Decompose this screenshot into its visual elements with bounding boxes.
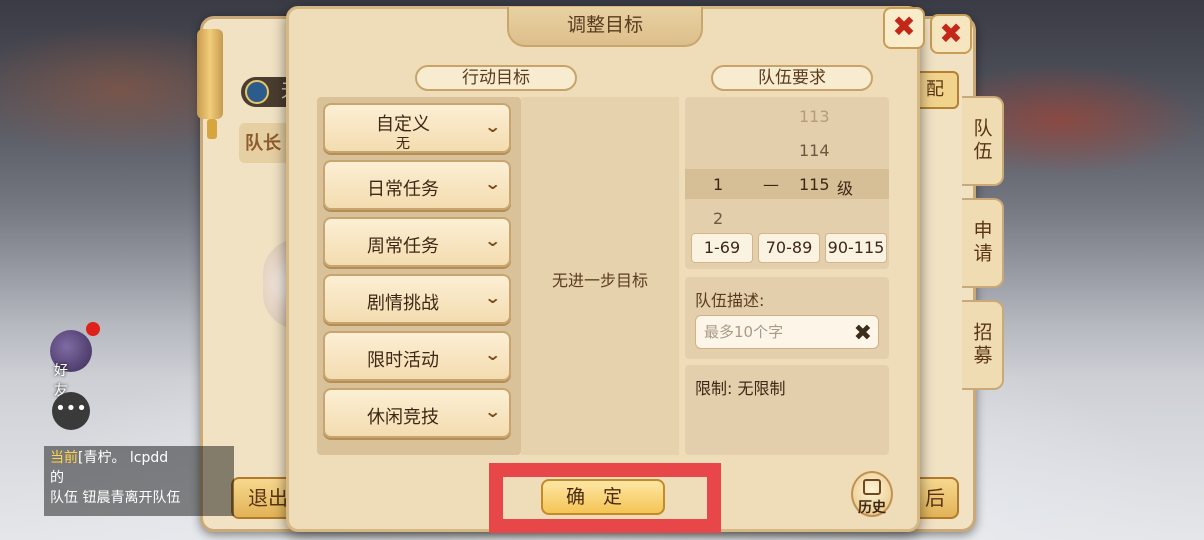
level-picker[interactable]: 113 114 1 — 115 级 2 1-69 70-89 90-115 bbox=[685, 97, 889, 269]
scroll-ornament bbox=[197, 29, 223, 119]
sub-goal-area: 无进一步目标 bbox=[521, 97, 679, 455]
chat-line: 的 bbox=[50, 470, 64, 486]
chat-log: 当前[青柠。 lcpdd 的 队伍 钮晨青离开队伍 bbox=[44, 446, 234, 516]
limit-box: 限制: 无限制 bbox=[685, 365, 889, 455]
team-description-box: 队伍描述: 最多10个字 ✖ bbox=[685, 277, 889, 359]
description-input[interactable]: 最多10个字 ✖ bbox=[695, 315, 879, 349]
level-value: 2 bbox=[713, 209, 724, 228]
level-value: 114 bbox=[799, 141, 830, 160]
tab-recruit[interactable]: 招募 bbox=[962, 300, 1004, 390]
team-requirement-header: 队伍要求 bbox=[711, 65, 873, 91]
description-label: 队伍描述: bbox=[695, 291, 765, 310]
chevron-down-icon: ⌄ bbox=[483, 288, 502, 307]
chat-text: [青柠。 lcpdd bbox=[78, 450, 169, 466]
goal-label: 周常任务 bbox=[367, 236, 439, 257]
goal-story-button[interactable]: 剧情挑战 ⌄ bbox=[323, 274, 511, 324]
chat-channel-tag: 当前 bbox=[50, 450, 78, 466]
goal-weekly-button[interactable]: 周常任务 ⌄ bbox=[323, 217, 511, 267]
goal-limited-button[interactable]: 限时活动 ⌄ bbox=[323, 331, 511, 381]
chat-line: 当前[青柠。 lcpdd bbox=[50, 448, 228, 468]
level-row[interactable]: 113 bbox=[685, 101, 889, 131]
limit-text: 限制: 无限制 bbox=[695, 379, 786, 398]
chat-channel-tag: 队伍 bbox=[50, 490, 78, 506]
range-button-70-89[interactable]: 70-89 bbox=[758, 233, 820, 263]
tassel-ornament bbox=[207, 119, 217, 139]
close-icon: ✖ bbox=[892, 10, 916, 43]
chat-text: 钮晨青离开队伍 bbox=[82, 490, 181, 506]
level-unit: 级 bbox=[837, 179, 854, 198]
tab-team[interactable]: 队伍 bbox=[962, 96, 1004, 186]
goal-custom-button[interactable]: 自定义 无 ⌄ bbox=[323, 103, 511, 153]
max-level: 115 bbox=[799, 175, 830, 194]
history-button[interactable]: 历史 bbox=[851, 471, 893, 517]
history-label: 历史 bbox=[858, 500, 886, 516]
goal-label: 休闲竞技 bbox=[367, 407, 439, 428]
chevron-down-icon: ⌄ bbox=[483, 402, 502, 421]
chevron-down-icon: ⌄ bbox=[483, 345, 502, 364]
goal-category-list: 自定义 无 ⌄ 日常任务 ⌄ 周常任务 ⌄ 剧情挑战 ⌄ 限时活动 ⌄ 休闲竞技… bbox=[317, 97, 521, 455]
description-placeholder: 最多10个字 bbox=[704, 323, 784, 341]
goal-label: 日常任务 bbox=[367, 179, 439, 200]
chevron-down-icon: ⌄ bbox=[483, 117, 502, 136]
dialog-title: 调整目标 bbox=[507, 7, 703, 47]
min-level: 1 bbox=[713, 175, 724, 194]
goal-daily-button[interactable]: 日常任务 ⌄ bbox=[323, 160, 511, 210]
dialog-close-button[interactable]: ✖ bbox=[883, 7, 925, 49]
notification-dot bbox=[86, 322, 100, 336]
goal-label: 剧情挑战 bbox=[367, 293, 439, 314]
no-sub-goal-text: 无进一步目标 bbox=[551, 271, 648, 290]
goal-label: 限时活动 bbox=[367, 350, 439, 371]
chevron-down-icon: ⌄ bbox=[483, 174, 502, 193]
panel-close-button[interactable]: ✖ bbox=[930, 14, 972, 54]
level-dash: — bbox=[763, 175, 779, 194]
chevron-down-icon: ⌄ bbox=[483, 231, 502, 250]
goal-sub-label: 无 bbox=[396, 136, 410, 152]
range-button-1-69[interactable]: 1-69 bbox=[691, 233, 753, 263]
rank-icon bbox=[245, 80, 269, 104]
range-button-90-115[interactable]: 90-115 bbox=[825, 233, 887, 263]
adjust-goal-dialog: 调整目标 ✖ 行动目标 队伍要求 自定义 无 ⌄ 日常任务 ⌄ 周常任务 ⌄ 剧… bbox=[286, 6, 925, 533]
clear-icon[interactable]: ✖ bbox=[854, 318, 872, 350]
action-goal-header: 行动目标 bbox=[415, 65, 577, 91]
side-tabs: 队伍 申请 招募 bbox=[962, 96, 1006, 402]
confirm-button[interactable]: 确定 bbox=[541, 479, 665, 515]
tab-apply[interactable]: 申请 bbox=[962, 198, 1004, 288]
close-icon: ✖ bbox=[939, 17, 963, 50]
chat-line: 队伍 钮晨青离开队伍 bbox=[50, 488, 228, 508]
level-row[interactable]: 2 bbox=[685, 203, 889, 233]
chat-bubble-icon[interactable]: ••• bbox=[52, 392, 90, 430]
goal-leisure-button[interactable]: 休闲竞技 ⌄ bbox=[323, 388, 511, 438]
level-value: 113 bbox=[799, 107, 830, 126]
level-row-selected[interactable]: 1 — 115 级 bbox=[685, 169, 889, 199]
history-icon bbox=[863, 479, 881, 495]
level-row[interactable]: 114 bbox=[685, 135, 889, 165]
